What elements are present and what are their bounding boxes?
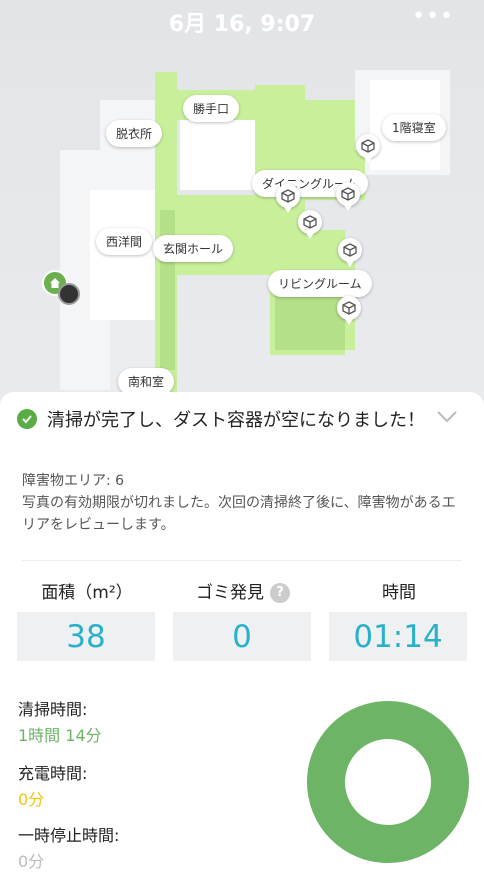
photo-expired-notice: 写真の有効期限が切れました。次回の清掃終了後に、障害物があるエリアをレビューしま…: [22, 495, 456, 533]
obstacle-marker-icon[interactable]: [337, 296, 361, 325]
more-options-button[interactable]: •••: [412, 4, 454, 29]
room-label-bedroom[interactable]: 1階寝室: [382, 114, 446, 141]
robot-position-icon: [58, 283, 80, 305]
cleaning-time-segment: [307, 701, 469, 863]
room-label-western-room[interactable]: 西洋間: [96, 228, 153, 255]
floor-map: [60, 70, 450, 392]
status-row[interactable]: 清掃が完了し、ダスト容器が空になりました！: [17, 406, 425, 432]
room-label-living[interactable]: リビングルーム: [268, 270, 372, 297]
obstacle-marker-icon[interactable]: [336, 182, 360, 211]
obstacle-marker-icon[interactable]: [338, 238, 362, 267]
room-label-katteguchi[interactable]: 勝手口: [183, 95, 240, 122]
time-breakdown-donut: [307, 701, 469, 863]
check-icon: [17, 409, 37, 429]
obstacle-marker-icon[interactable]: [356, 134, 380, 163]
dirt-found-label: ゴミ発見?: [173, 578, 313, 603]
area-label: 面積（m²）: [41, 583, 133, 603]
chevron-down-icon[interactable]: [436, 410, 458, 424]
duration-label: 時間: [382, 583, 416, 603]
cleaning-time-label: 清掃時間:: [18, 700, 88, 719]
pause-time-value: 0分: [18, 852, 45, 871]
charging-time-label: 充電時間:: [18, 764, 88, 783]
divider: [22, 560, 462, 561]
obstacle-info: 障害物エリア: 6 写真の有効期限が切れました。次回の清掃終了後に、障害物がある…: [22, 470, 467, 536]
charging-time-value: 0分: [18, 790, 45, 809]
room-label-datsuijo[interactable]: 脱衣所: [106, 120, 163, 147]
obstacle-marker-icon[interactable]: [298, 210, 322, 239]
pause-time-label: 一時停止時間:: [18, 826, 120, 845]
help-icon[interactable]: ?: [270, 583, 290, 603]
room-label-japanese-room[interactable]: 南和室: [118, 368, 175, 395]
obstacle-marker-icon[interactable]: [276, 184, 300, 213]
area-value: 38: [17, 612, 155, 661]
map-view[interactable]: 6月 16, 9:07 ••• 勝手口 脱衣所 1階寝室 ダイニングルーム 西洋…: [0, 0, 484, 420]
dirt-found-value: 0: [173, 612, 311, 661]
cleaning-report-panel: 清掃が完了し、ダスト容器が空になりました！ 障害物エリア: 6 写真の有効期限が…: [0, 392, 484, 879]
status-message: 清掃が完了し、ダスト容器が空になりました！: [47, 410, 425, 431]
obstacle-area-text: 障害物エリア: 6: [22, 473, 125, 489]
duration-value: 01:14: [329, 612, 467, 661]
cleaning-time-value: 1時間 14分: [18, 726, 102, 745]
room-label-entrance-hall[interactable]: 玄関ホール: [153, 235, 234, 262]
